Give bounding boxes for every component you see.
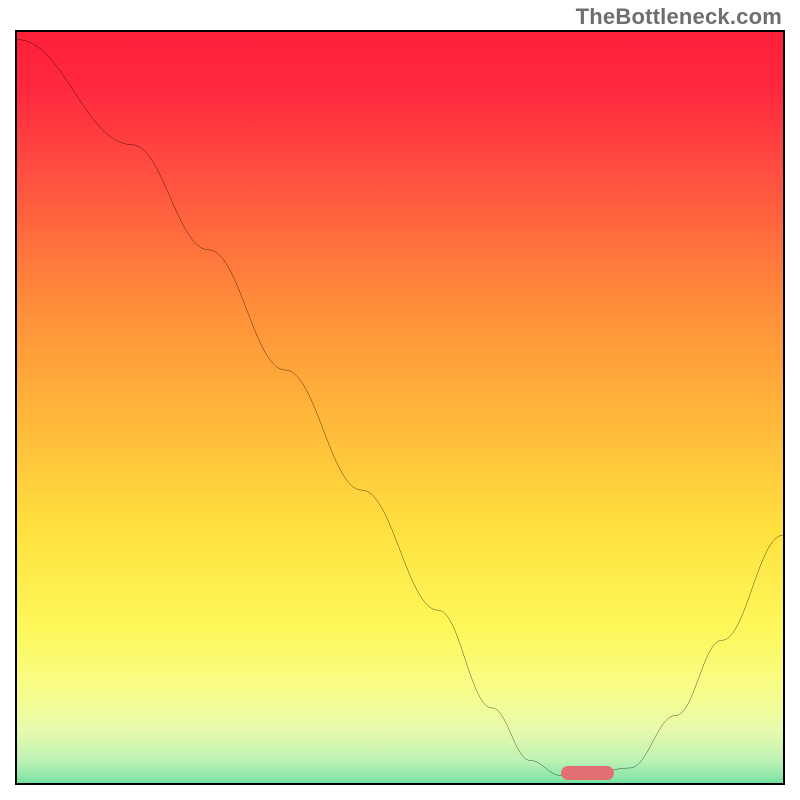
plot-frame — [15, 30, 785, 785]
chart-container: TheBottleneck.com — [0, 0, 800, 800]
optimal-range-marker — [561, 766, 615, 780]
watermark-text: TheBottleneck.com — [576, 4, 782, 30]
bottleneck-curve — [17, 32, 783, 783]
